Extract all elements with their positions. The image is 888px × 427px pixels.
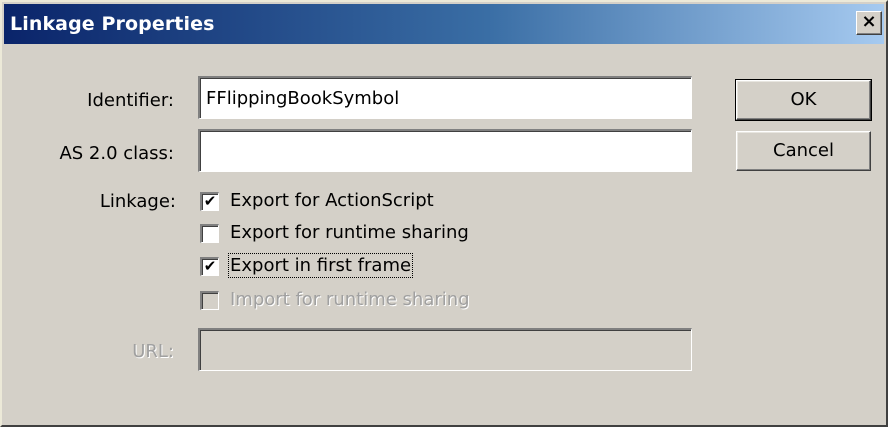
linkage-properties-dialog: Linkage Properties × Identifier: AS 2.0 …	[0, 0, 888, 427]
export-runtime-sharing-checkbox[interactable]	[200, 224, 219, 243]
import-runtime-sharing-checkbox	[200, 291, 219, 310]
ok-button[interactable]: OK	[735, 79, 872, 121]
url-label: URL:	[132, 341, 174, 362]
export-runtime-sharing-label: Export for runtime sharing	[230, 222, 469, 243]
identifier-input[interactable]	[198, 76, 692, 119]
window-title: Linkage Properties	[10, 13, 215, 35]
close-icon[interactable]: ×	[856, 11, 882, 35]
identifier-label: Identifier:	[87, 90, 174, 111]
export-actionscript-label: Export for ActionScript	[230, 190, 434, 211]
title-bar: Linkage Properties ×	[4, 4, 884, 44]
export-actionscript-checkbox[interactable]: ✔	[200, 192, 219, 211]
class-input[interactable]	[198, 129, 692, 172]
cancel-button[interactable]: Cancel	[736, 131, 871, 171]
export-first-frame-checkbox[interactable]: ✔	[200, 257, 219, 276]
class-label: AS 2.0 class:	[59, 143, 174, 164]
import-runtime-sharing-label: Import for runtime sharing	[230, 289, 470, 310]
linkage-label: Linkage:	[99, 191, 176, 212]
export-first-frame-label: Export in first frame	[227, 253, 414, 278]
url-input	[198, 328, 692, 371]
